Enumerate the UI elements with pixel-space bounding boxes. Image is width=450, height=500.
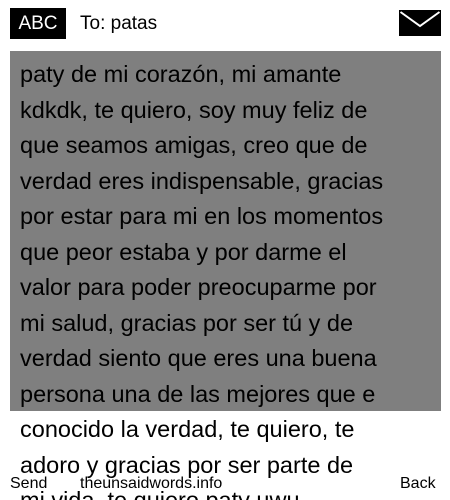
recipient-field[interactable]: To: patas [80,8,157,39]
watermark-label: theunsaidwords.info [80,475,223,492]
input-mode-indicator: ABC [10,8,66,39]
back-softkey[interactable]: Back [400,473,436,495]
message-body[interactable]: paty de mi corazón, mi amante kdkdk, te … [20,57,438,500]
message-compose-screen: ABC To: patas paty de mi corazón, mi ama… [0,0,450,500]
send-softkey[interactable]: Send [10,473,47,495]
envelope-icon [399,10,441,36]
